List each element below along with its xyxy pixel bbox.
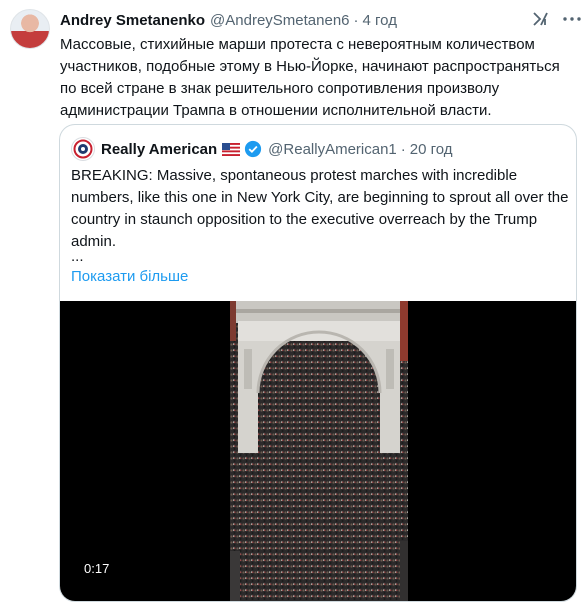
quoted-tweet-text: BREAKING: Massive, spontaneous protest m… [71,167,569,250]
separator-dot: · [353,11,359,29]
grok-icon[interactable] [531,9,551,29]
video-thumbnail[interactable] [230,301,408,601]
separator-dot: · [400,140,406,158]
verified-badge-icon [245,140,262,158]
video-player[interactable]: 0:17 [60,301,576,601]
quoted-author-handle[interactable]: @ReallyAmerican1 [268,141,397,158]
quoted-text-ellipsis: ... [71,248,84,265]
tweet-card[interactable]: Andrey Smetanenko @AndreySmetanen6 · 4 г… [0,0,586,604]
avatar[interactable] [10,9,50,49]
quoted-avatar[interactable] [71,137,95,161]
tweet-header: Andrey Smetanenko @AndreySmetanen6 · 4 г… [60,10,397,30]
quoted-tweet-header: Really American @ReallyAmerican1 · 20 го… [71,137,453,161]
more-icon[interactable] [562,9,582,29]
quoted-tweet-time[interactable]: 20 год [410,141,453,158]
quoted-tweet[interactable]: Really American @ReallyAmerican1 · 20 го… [59,124,577,602]
really-american-logo-icon [73,139,93,159]
us-flag-icon [222,142,241,156]
video-duration: 0:17 [80,559,114,578]
show-more-link[interactable]: Показати більше [71,266,188,288]
author-name[interactable]: Andrey Smetanenko [60,12,205,29]
quoted-author-name[interactable]: Really American [101,141,217,158]
author-handle[interactable]: @AndreySmetanen6 [210,12,349,29]
tweet-time[interactable]: 4 год [363,12,397,29]
tweet-text: Массовые, стихийные марши протеста с нев… [60,36,560,119]
